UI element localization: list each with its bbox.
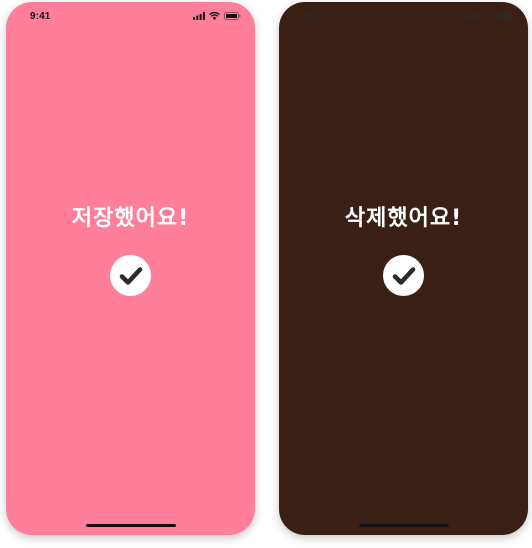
check-badge <box>383 255 424 296</box>
status-icons <box>466 12 514 20</box>
check-badge <box>110 255 151 296</box>
status-icons <box>193 12 241 20</box>
status-time: 9:41 <box>303 11 324 22</box>
saved-confirmation-screen: 9:41 저장했어요! <box>6 2 255 535</box>
home-indicator <box>85 524 176 527</box>
status-bar: 9:41 <box>6 2 255 32</box>
cellular-signal-icon <box>193 12 205 20</box>
screens-canvas: 9:41 저장했어요! 9:41 삭제했어요! <box>0 0 532 548</box>
battery-icon <box>224 12 241 20</box>
deleted-confirmation-screen: 9:41 삭제했어요! <box>279 2 528 535</box>
wifi-icon <box>482 12 493 20</box>
battery-icon <box>497 12 514 20</box>
saved-message: 저장했어요! <box>71 206 190 231</box>
cellular-signal-icon <box>466 12 478 20</box>
status-bar: 9:41 <box>279 2 528 32</box>
status-time: 9:41 <box>30 11 51 22</box>
check-icon <box>119 266 142 285</box>
home-indicator <box>358 524 449 527</box>
deleted-message: 삭제했어요! <box>344 206 463 231</box>
wifi-icon <box>209 12 220 20</box>
check-icon <box>392 266 415 285</box>
